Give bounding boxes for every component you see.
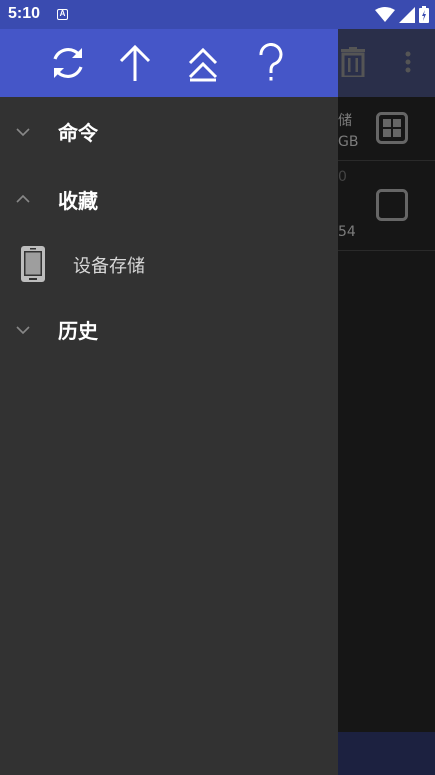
group-commands[interactable]: 命令 [0,103,338,159]
help-button[interactable] [249,41,293,85]
delete-icon[interactable] [341,47,365,77]
chevron-up-icon [16,194,30,203]
row-size-peek: GB [338,134,359,150]
checkbox-icon[interactable] [376,189,408,221]
favorite-item-label: 设备存储 [73,256,145,277]
help-icon [259,43,283,81]
chevron-down-icon [16,128,30,137]
more-options-icon[interactable] [405,51,411,73]
drawer-header [0,29,338,97]
refresh-icon [53,47,83,79]
navigate-up-button[interactable] [113,41,157,85]
row-title-peek: 0 [338,169,347,185]
battery-icon [419,6,429,23]
notification-icon: A [57,9,68,20]
signal-icon [399,6,415,23]
go-to-root-button[interactable] [181,41,225,85]
arrow-up-icon [119,44,151,81]
double-chevron-up-icon [188,47,218,82]
row-size-peek: 54 [338,224,356,240]
status-bar: 5:10 A [0,0,435,29]
phone-icon [21,246,45,282]
wifi-icon [375,6,395,22]
navigation-drawer: 命令 收藏 设备存储 历史 [0,29,338,775]
row-title-peek: 储 [338,113,352,129]
group-label: 命令 [58,121,98,145]
group-label: 历史 [58,319,98,343]
group-favorites[interactable]: 收藏 [0,171,338,227]
chevron-down-icon [16,326,30,335]
status-time: 5:10 [8,5,41,22]
favorite-item-device-storage[interactable]: 设备存储 [0,234,338,294]
refresh-button[interactable] [46,41,90,85]
group-history[interactable]: 历史 [0,301,338,357]
group-label: 收藏 [58,189,98,213]
grid-view-icon[interactable] [376,112,408,144]
